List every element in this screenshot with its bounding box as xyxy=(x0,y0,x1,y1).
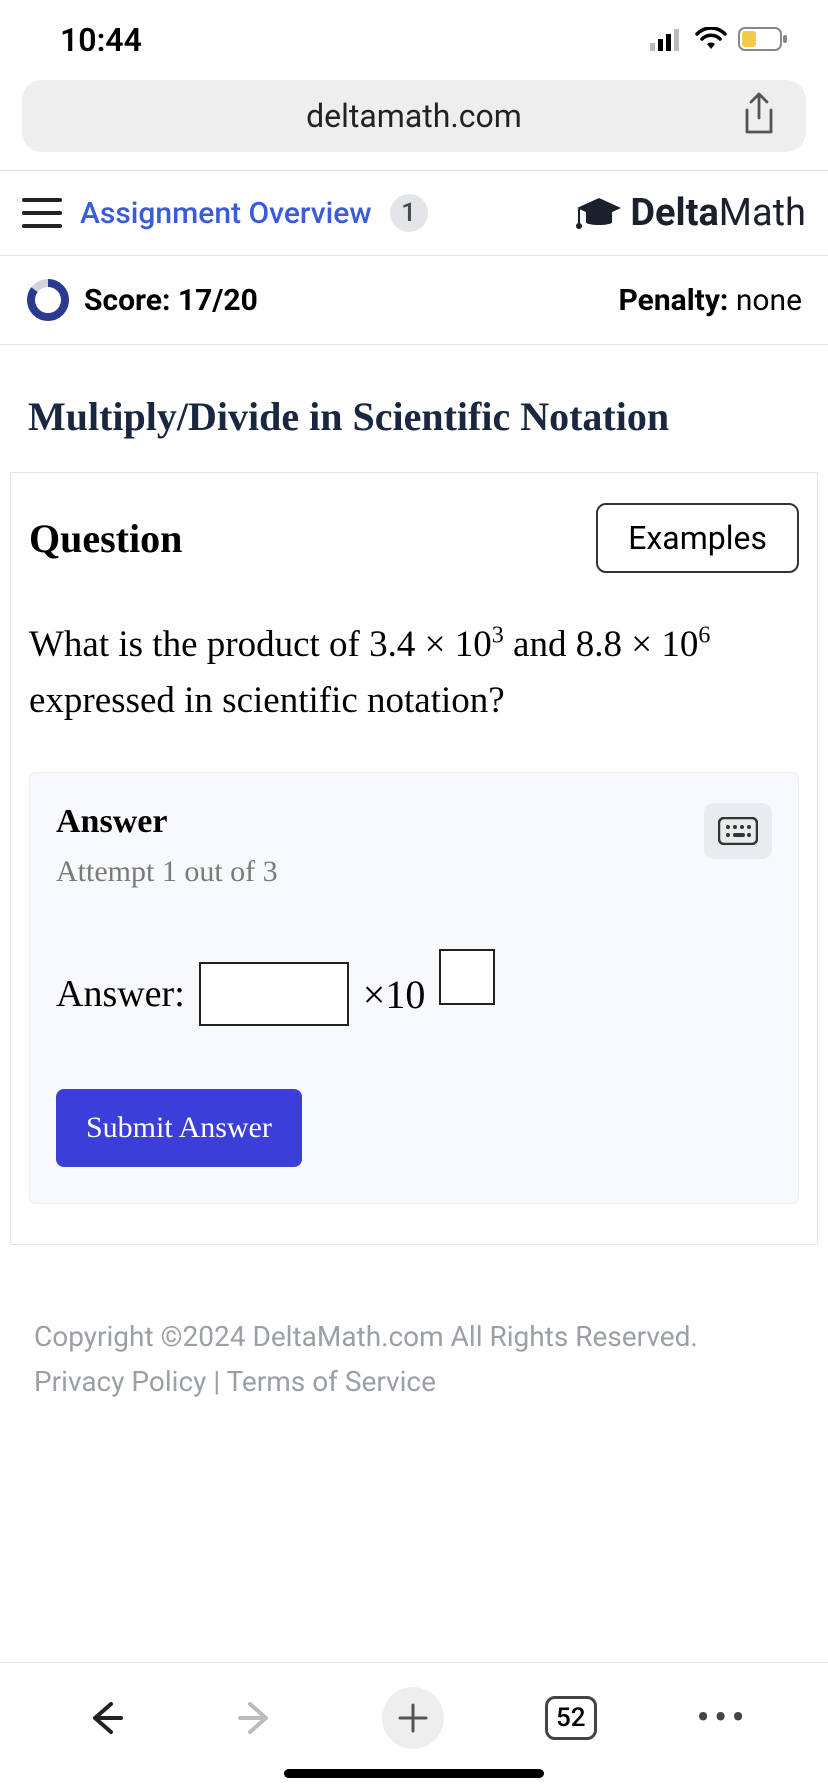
attempt-text: Attempt 1 out of 3 xyxy=(56,855,278,889)
terms-link[interactable]: Terms of Service xyxy=(227,1365,436,1398)
tabs-count: 52 xyxy=(556,1703,586,1733)
question-heading: Question xyxy=(29,515,182,562)
answer-header: Answer Attempt 1 out of 3 xyxy=(56,803,772,949)
overview-badge: 1 xyxy=(390,194,428,232)
answer-heading: Answer xyxy=(56,803,278,841)
status-time: 10:44 xyxy=(60,21,142,59)
grad-cap-icon xyxy=(576,196,622,230)
forward-button[interactable] xyxy=(231,1693,281,1743)
status-bar: 10:44 xyxy=(0,0,828,70)
browser-toolbar: 52 ••• xyxy=(0,1662,828,1792)
battery-icon xyxy=(738,21,788,59)
brand-logo[interactable]: DeltaMath xyxy=(576,191,806,235)
prompt-prefix: What is the product of xyxy=(29,624,369,665)
app-header: Assignment Overview 1 DeltaMath xyxy=(0,170,828,256)
assignment-overview-link[interactable]: Assignment Overview xyxy=(80,196,372,231)
prompt-mid: and xyxy=(504,624,576,665)
answer-box: Answer Attempt 1 out of 3 Answer: ×10 Su… xyxy=(29,772,799,1204)
new-tab-button[interactable] xyxy=(382,1687,444,1749)
brand-bold: Delta xyxy=(630,191,718,235)
plus-icon xyxy=(396,1701,430,1735)
coefficient-input[interactable] xyxy=(199,962,349,1026)
penalty-label: Penalty: xyxy=(619,283,736,318)
score-row: Score: 17/20 Penalty: none xyxy=(0,256,828,345)
submit-answer-button[interactable]: Submit Answer xyxy=(56,1089,302,1167)
brand-light: Math xyxy=(719,191,806,235)
prompt-suffix: expressed in scientific notation? xyxy=(29,680,505,721)
score-ring-icon xyxy=(26,278,70,322)
answer-input-line: Answer: ×10 xyxy=(56,949,772,1039)
more-icon: ••• xyxy=(696,1694,749,1741)
val2-exp: 6 xyxy=(698,623,710,649)
status-icons xyxy=(650,21,788,59)
score-left: Score: 17/20 xyxy=(26,278,258,322)
topic-title: Multiply/Divide in Scientific Notation xyxy=(0,345,828,472)
back-icon xyxy=(85,1698,125,1738)
menu-icon[interactable] xyxy=(22,196,62,230)
cellular-icon xyxy=(650,21,684,59)
val1-coef: 3.4 xyxy=(369,624,415,665)
val2-coef: 8.8 xyxy=(576,624,622,665)
exponent-input[interactable] xyxy=(439,949,495,1005)
share-icon[interactable] xyxy=(740,92,778,140)
tabs-button[interactable]: 52 xyxy=(545,1696,597,1740)
url-bar[interactable]: deltamath.com xyxy=(22,80,806,152)
forward-icon xyxy=(236,1698,276,1738)
val1-exp: 3 xyxy=(492,623,504,649)
url-bar-container: deltamath.com xyxy=(0,70,828,170)
copyright-text: Copyright ©2024 DeltaMath.com All Rights… xyxy=(34,1315,794,1360)
penalty: Penalty: none xyxy=(619,283,802,318)
answer-label: Answer: xyxy=(56,972,185,1016)
wifi-icon xyxy=(694,21,728,59)
keyboard-button[interactable] xyxy=(704,803,772,859)
privacy-link[interactable]: Privacy Policy xyxy=(34,1365,206,1398)
question-card: Question Examples What is the product of… xyxy=(10,472,818,1245)
times-ten-label: ×10 xyxy=(363,971,426,1018)
url-text: deltamath.com xyxy=(22,97,806,135)
examples-button[interactable]: Examples xyxy=(596,503,799,573)
home-indicator[interactable] xyxy=(284,1769,544,1778)
more-button[interactable]: ••• xyxy=(698,1693,748,1743)
score-text: Score: 17/20 xyxy=(84,283,258,318)
page-footer: Copyright ©2024 DeltaMath.com All Rights… xyxy=(0,1245,828,1435)
question-prompt: What is the product of 3.4 × 103 and 8.8… xyxy=(29,617,799,728)
back-button[interactable] xyxy=(80,1693,130,1743)
keyboard-icon xyxy=(718,817,758,845)
question-header: Question Examples xyxy=(29,503,799,573)
penalty-value: none xyxy=(736,283,802,318)
footer-sep: | xyxy=(206,1365,226,1398)
